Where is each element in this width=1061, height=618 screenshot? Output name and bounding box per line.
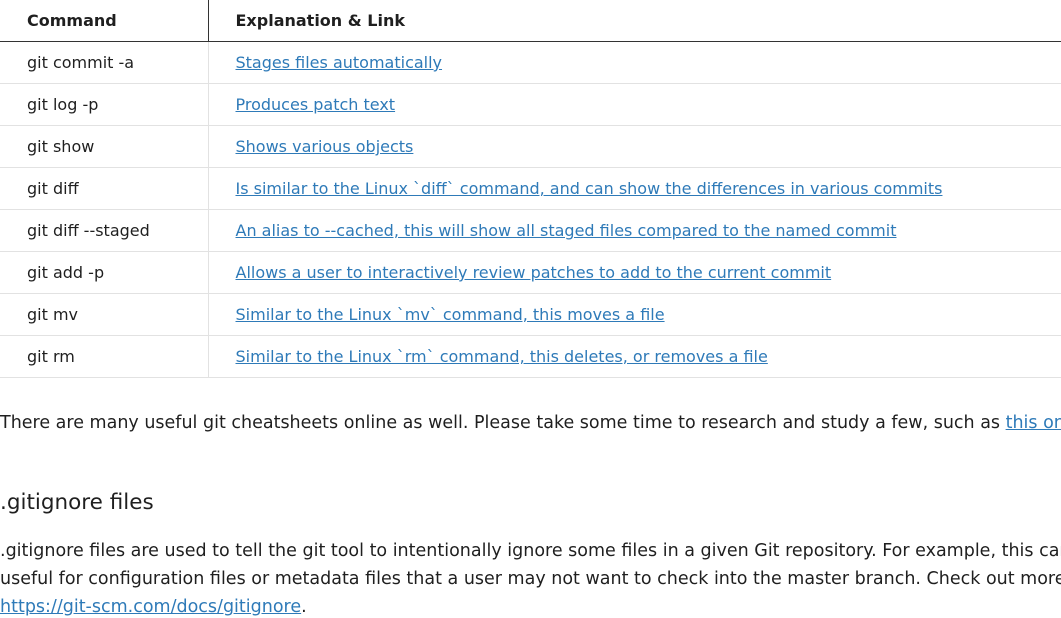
explanation-link[interactable]: Allows a user to interactively review pa… (236, 263, 832, 282)
explanation-link[interactable]: Shows various objects (236, 137, 414, 156)
table-row: git add -p Allows a user to interactivel… (0, 251, 1061, 294)
gitignore-paragraph: .gitignore files are used to tell the gi… (0, 537, 1061, 618)
explanation-link[interactable]: Produces patch text (236, 95, 396, 114)
command-cell: git rm (0, 335, 208, 378)
page: Command Explanation & Link git commit -a… (0, 0, 1061, 618)
explanation-cell: Similar to the Linux `mv` command, this … (207, 293, 1061, 336)
table-row: git mv Similar to the Linux `mv` command… (0, 293, 1061, 336)
explanation-cell: Allows a user to interactively review pa… (207, 251, 1061, 294)
command-cell: git add -p (0, 251, 208, 294)
explanation-link[interactable]: Stages files automatically (236, 53, 443, 72)
explanation-cell: Similar to the Linux `rm` command, this … (207, 335, 1061, 378)
table-row: git commit -a Stages files automatically (0, 41, 1061, 84)
table-row: git log -p Produces patch text (0, 83, 1061, 126)
header-command: Command (0, 0, 208, 42)
note-text: There are many useful git cheatsheets on… (0, 413, 1006, 433)
command-cell: git diff --staged (0, 209, 208, 252)
gitignore-heading: .gitignore files (0, 490, 154, 515)
table-row: git diff Is similar to the Linux `diff` … (0, 167, 1061, 210)
gitignore-line-3: https://git-scm.com/docs/gitignore. (0, 593, 1061, 618)
explanation-link[interactable]: Similar to the Linux `mv` command, this … (236, 305, 665, 324)
header-explanation: Explanation & Link (207, 0, 1061, 42)
table-header-row: Command Explanation & Link (0, 0, 1061, 42)
command-cell: git mv (0, 293, 208, 336)
command-cell: git commit -a (0, 41, 208, 84)
git-commands-table: Command Explanation & Link git commit -a… (0, 0, 1061, 378)
explanation-cell: Produces patch text (207, 83, 1061, 126)
explanation-cell: Is similar to the Linux `diff` command, … (207, 167, 1061, 210)
gitignore-line-1: .gitignore files are used to tell the gi… (0, 541, 1061, 561)
gitignore-line-2: useful for configuration files or metada… (0, 569, 1061, 589)
explanation-link[interactable]: An alias to --cached, this will show all… (236, 221, 897, 240)
command-cell: git log -p (0, 83, 208, 126)
gitignore-end: . (301, 597, 307, 617)
explanation-cell: Shows various objects (207, 125, 1061, 168)
explanation-link[interactable]: Is similar to the Linux `diff` command, … (236, 179, 943, 198)
command-cell: git show (0, 125, 208, 168)
command-cell: git diff (0, 167, 208, 210)
table-row: git show Shows various objects (0, 125, 1061, 168)
gitignore-docs-link[interactable]: https://git-scm.com/docs/gitignore (0, 597, 301, 617)
table-row: git diff --staged An alias to --cached, … (0, 209, 1061, 252)
explanation-link[interactable]: Similar to the Linux `rm` command, this … (236, 347, 768, 366)
explanation-cell: An alias to --cached, this will show all… (207, 209, 1061, 252)
cheatsheet-link[interactable]: this one (1006, 413, 1061, 433)
explanation-cell: Stages files automatically (207, 41, 1061, 84)
table-row: git rm Similar to the Linux `rm` command… (0, 335, 1061, 378)
cheatsheet-note: There are many useful git cheatsheets on… (0, 413, 1061, 433)
